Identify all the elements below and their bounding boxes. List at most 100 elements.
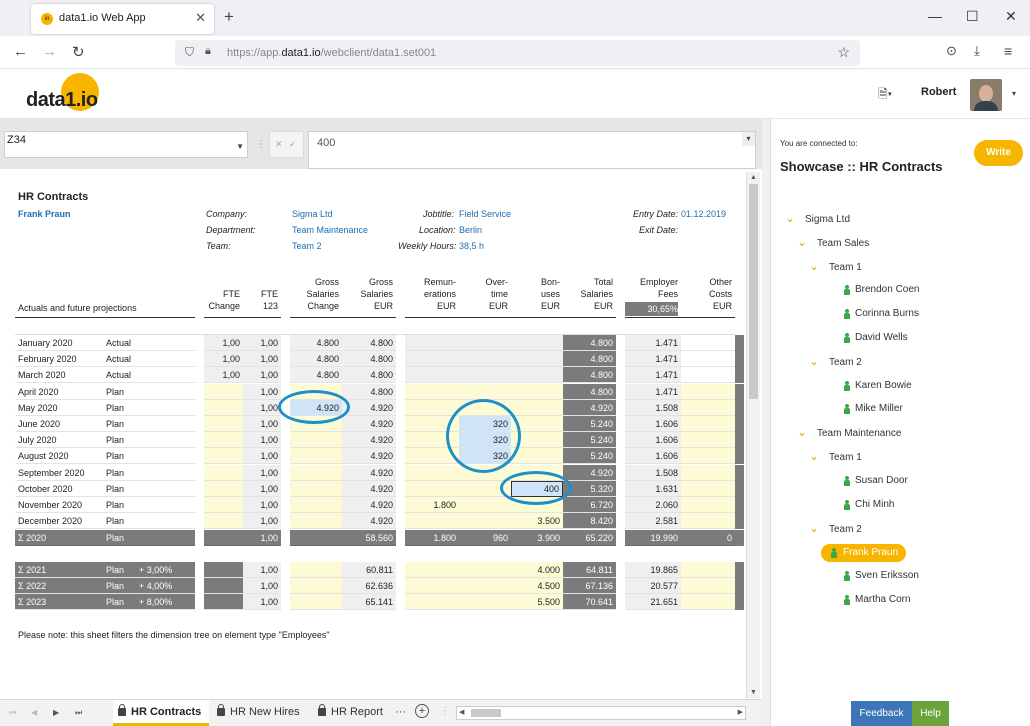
more-tabs-icon[interactable]: ··· bbox=[395, 706, 406, 718]
tree-node-p1[interactable]: Brendon Coen bbox=[855, 284, 920, 295]
tree-node-p8[interactable]: Frank Praun bbox=[821, 544, 907, 562]
close-tab-icon[interactable]: ✕ bbox=[195, 10, 206, 26]
tree-node-p3[interactable]: David Wells bbox=[855, 332, 908, 343]
avatar[interactable] bbox=[970, 79, 1002, 111]
cell-bon[interactable]: 4.500 bbox=[511, 578, 563, 594]
tree-node-p5[interactable]: Mike Miller bbox=[855, 403, 903, 414]
cell-fte-change[interactable] bbox=[204, 416, 243, 432]
shield-icon[interactable]: ⛉ bbox=[185, 45, 194, 60]
first-sheet-icon[interactable]: ⏮ bbox=[9, 708, 16, 718]
document-export-icon[interactable]: 🗎︎▾ bbox=[878, 85, 892, 106]
cell-bon[interactable] bbox=[511, 383, 563, 400]
feedback-button[interactable]: Feedback bbox=[851, 701, 912, 726]
cell-reference-select[interactable]: Z34 ▼ bbox=[4, 131, 248, 158]
tree-node-team3[interactable]: Team 1 bbox=[829, 452, 862, 463]
cell-fte-change[interactable] bbox=[204, 513, 243, 530]
download-icon[interactable]: ⤓ bbox=[974, 43, 980, 59]
cell-bon[interactable]: 4.000 bbox=[511, 562, 563, 578]
scroll-down-icon[interactable]: ▼ bbox=[747, 689, 760, 696]
cell-gs-change[interactable] bbox=[290, 594, 342, 610]
user-menu-chevron-icon[interactable]: ▾ bbox=[1012, 89, 1016, 98]
tree-node-p2[interactable]: Corinna Burns bbox=[855, 308, 919, 319]
cell-rem[interactable] bbox=[405, 383, 459, 400]
cell-ot[interactable] bbox=[459, 383, 511, 400]
expand-formula-icon[interactable]: ▾ bbox=[742, 132, 755, 146]
back-icon[interactable]: ← bbox=[13, 43, 28, 60]
write-button[interactable]: Write bbox=[974, 140, 1023, 166]
cell-rem[interactable]: 1.800 bbox=[405, 497, 459, 513]
lock-icon[interactable]: 🔒︎ bbox=[205, 45, 211, 58]
cell-bon[interactable] bbox=[511, 448, 563, 465]
formula-input[interactable]: 400 ▾ bbox=[308, 131, 756, 169]
cell-gs-change[interactable] bbox=[290, 480, 342, 497]
cell-other[interactable] bbox=[681, 562, 735, 578]
window-close-icon[interactable]: ✕ bbox=[1005, 8, 1017, 25]
tab-splitter-icon[interactable]: ⋮ bbox=[440, 706, 450, 717]
cell-rem[interactable] bbox=[405, 513, 459, 530]
chevron-down-icon[interactable]: ⌄ bbox=[809, 449, 819, 463]
browser-tab[interactable]: io data1.io Web App ✕ bbox=[31, 4, 214, 34]
tab-hr-new-hires[interactable]: HR New Hires bbox=[212, 700, 310, 726]
cell-fte-change[interactable] bbox=[204, 432, 243, 449]
tree-node-company[interactable]: Sigma Ltd bbox=[805, 214, 850, 225]
maximize-icon[interactable]: ☐ bbox=[966, 8, 979, 25]
cell-ot[interactable] bbox=[459, 513, 511, 530]
cell-fte-change[interactable] bbox=[204, 448, 243, 465]
chevron-down-icon[interactable]: ⌄ bbox=[809, 354, 819, 368]
cell-ot[interactable] bbox=[459, 497, 511, 513]
tree-node-team1[interactable]: Team 1 bbox=[829, 262, 862, 273]
cell-gs-change[interactable] bbox=[290, 562, 342, 578]
add-sheet-icon[interactable]: + bbox=[415, 704, 429, 718]
team-value[interactable]: Team 2 bbox=[292, 241, 322, 251]
chevron-down-icon[interactable]: ⌄ bbox=[809, 259, 819, 273]
tree-node-team4[interactable]: Team 2 bbox=[829, 524, 862, 535]
url-text[interactable]: https://app.data1.io/webclient/data1.set… bbox=[227, 47, 436, 59]
scroll-up-icon[interactable]: ▲ bbox=[747, 174, 760, 181]
cell-gs-change[interactable] bbox=[290, 513, 342, 530]
tree-node-p4[interactable]: Karen Bowie bbox=[855, 380, 912, 391]
cell-rem[interactable] bbox=[405, 480, 459, 497]
cell-rem[interactable] bbox=[405, 594, 459, 610]
tree-node-p10[interactable]: Martha Corn bbox=[855, 594, 911, 605]
panel-splitter[interactable] bbox=[762, 119, 770, 726]
tab-hr-report[interactable]: HR Report bbox=[313, 700, 393, 726]
help-button[interactable]: Help bbox=[912, 701, 949, 726]
cell-ot[interactable] bbox=[459, 562, 511, 578]
cell-other[interactable] bbox=[681, 578, 735, 594]
cell-gs-change[interactable] bbox=[290, 432, 342, 449]
cell-gs-change[interactable] bbox=[290, 497, 342, 513]
tree-node-p9[interactable]: Sven Eriksson bbox=[855, 570, 919, 581]
scroll-thumb[interactable] bbox=[749, 184, 758, 399]
cell-fte-change[interactable] bbox=[204, 464, 243, 481]
cell-rem[interactable] bbox=[405, 399, 459, 416]
logo[interactable]: data1.io bbox=[26, 89, 98, 112]
last-sheet-icon[interactable]: ⏭ bbox=[75, 708, 82, 718]
cell-fte-change[interactable] bbox=[204, 480, 243, 497]
cell-fte-change[interactable] bbox=[204, 399, 243, 416]
cell-rem[interactable] bbox=[405, 464, 459, 481]
scroll-thumb[interactable] bbox=[471, 709, 501, 717]
drag-handle-icon[interactable]: ⋮ bbox=[256, 139, 266, 150]
tab-hr-contracts[interactable]: HR Contracts bbox=[113, 700, 209, 726]
cell-rem[interactable] bbox=[405, 578, 459, 594]
tree-node-team2[interactable]: Team 2 bbox=[829, 357, 862, 368]
bookmark-star-icon[interactable]: ☆ bbox=[837, 44, 850, 61]
company-value[interactable]: Sigma Ltd bbox=[292, 209, 333, 219]
cell-gs-change[interactable] bbox=[290, 448, 342, 465]
growth-rate[interactable]: + 4,00% bbox=[139, 578, 172, 594]
prev-sheet-icon[interactable]: ◀ bbox=[31, 708, 37, 717]
cell-other[interactable] bbox=[681, 594, 735, 610]
chevron-down-icon[interactable]: ⌄ bbox=[809, 521, 819, 535]
tree-node-p7[interactable]: Chi Minh bbox=[855, 499, 894, 510]
horizontal-scrollbar[interactable]: ◀ ▶ bbox=[456, 706, 746, 720]
user-name[interactable]: Robert bbox=[921, 86, 956, 98]
employee-name[interactable]: Frank Praun bbox=[18, 209, 71, 219]
weekly-hours-value[interactable]: 38,5 h bbox=[459, 241, 484, 251]
url-bar[interactable]: ⛉ 🔒︎ https://app.data1.io/webclient/data… bbox=[175, 40, 860, 66]
cell-bon[interactable]: 5.500 bbox=[511, 594, 563, 610]
growth-rate[interactable]: + 8,00% bbox=[139, 594, 172, 610]
jobtitle-value[interactable]: Field Service bbox=[459, 209, 511, 219]
tree-node-p6[interactable]: Susan Door bbox=[855, 475, 908, 486]
forward-icon[interactable]: → bbox=[42, 43, 57, 60]
tree-node-dept1[interactable]: Team Sales bbox=[817, 238, 869, 249]
